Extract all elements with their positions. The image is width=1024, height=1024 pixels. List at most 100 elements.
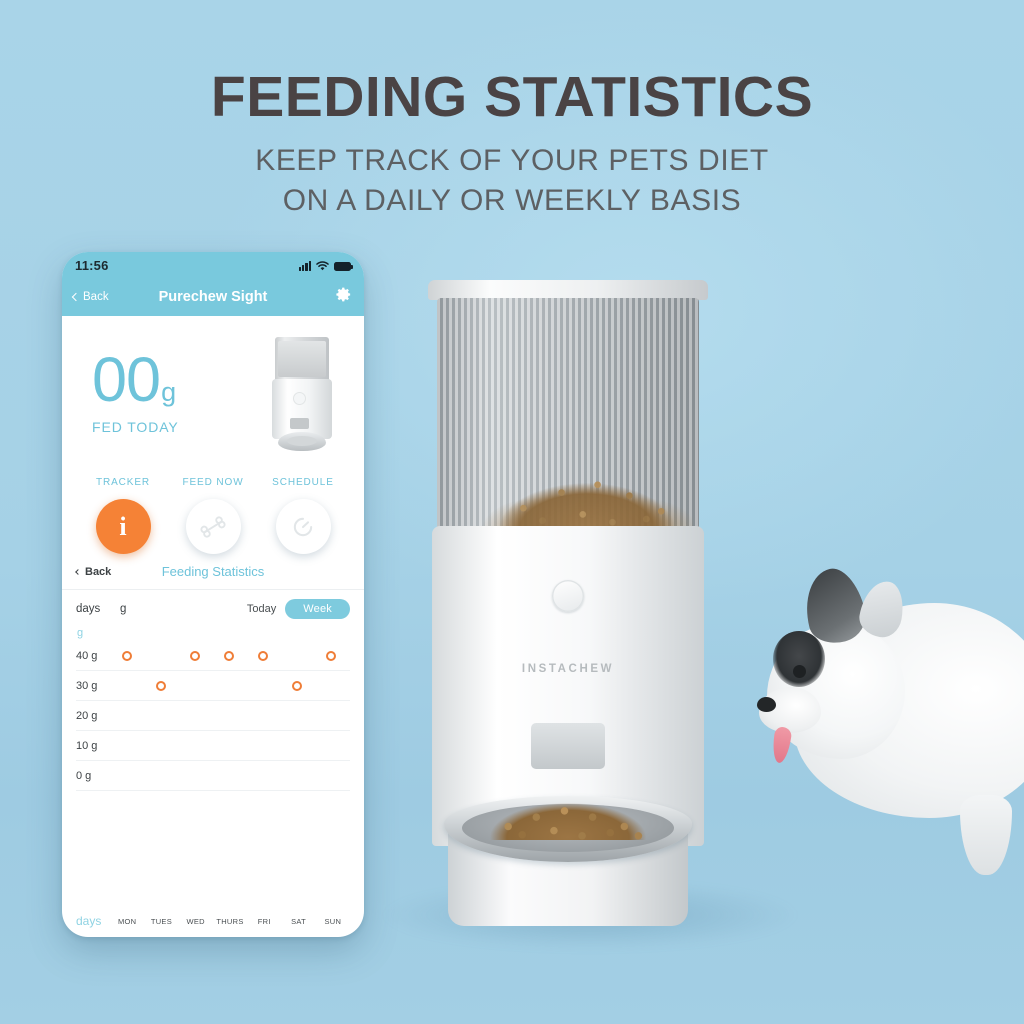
dog-eye [793, 665, 806, 678]
fed-today-summary: 00 g FED TODAY [62, 316, 364, 471]
chart-x-tick-label: MON [117, 916, 137, 926]
chart-x-axis: days MON TUES WED THURS FRI SAT SUN [76, 907, 350, 937]
product-feeder: INSTACHEW [418, 280, 718, 926]
stats-sub-header: Back Feeding Statistics [62, 554, 364, 590]
feeder-dispense-slot [531, 723, 605, 769]
status-icons [298, 260, 353, 271]
chart-data-point [122, 650, 132, 661]
nav-back-button[interactable]: Back [71, 291, 109, 303]
stats-back-button[interactable]: Back [75, 565, 112, 578]
chart-x-tick-label: THURS [216, 916, 244, 926]
chart-data-point [258, 650, 268, 661]
marketing-text-block: FEEDING STATISTICS KEEP TRACK OF YOUR PE… [0, 68, 1024, 222]
chart-x-tick-label: FRI [257, 916, 271, 926]
chart-series-row [110, 671, 348, 700]
feed-now-button[interactable] [185, 499, 241, 554]
cellular-signal-icon [298, 260, 311, 271]
chart-controls: days g Today Week [62, 590, 364, 623]
control-grams-label: g [120, 603, 127, 615]
chart-x-tick-labels: MON TUES WED THURS FRI SAT SUN [110, 917, 350, 926]
battery-icon [334, 261, 353, 271]
bone-icon [200, 515, 226, 538]
chart-series-row [110, 731, 348, 760]
fed-today-unit: g [161, 377, 176, 408]
chart-x-tick-label: TUES [150, 916, 173, 926]
hopper-kibble [481, 452, 693, 530]
chart-y-tick-label: 40 g [76, 649, 98, 662]
chart-data-point [190, 650, 200, 661]
control-days-label: days [76, 603, 101, 615]
chart-data-point [292, 680, 302, 691]
status-bar: 11:56 [62, 252, 364, 278]
status-time: 11:56 [75, 257, 109, 273]
chart-data-point [224, 650, 234, 661]
chart-grid-row: 30 g [76, 671, 350, 701]
chart-x-axis-label: days [76, 914, 102, 928]
gear-icon [336, 287, 351, 302]
dog-tongue [770, 725, 793, 765]
dog-photo [749, 545, 1024, 875]
chart-data-point [326, 650, 336, 661]
chart-series-row [110, 641, 348, 670]
thumbnail-slot [290, 417, 309, 429]
action-schedule[interactable]: SCHEDULE [258, 477, 348, 554]
app-nav-bar: Back Purechew Sight [62, 278, 364, 316]
chart-grid-row: 10 g [76, 731, 350, 761]
fed-today-value: 00 [92, 345, 161, 416]
chart-y-tick-label: 20 g [76, 709, 98, 722]
chart-x-tick-label: SAT [291, 916, 307, 926]
feeder-power-button [552, 580, 584, 612]
action-feed-now-label: FEED NOW [182, 477, 244, 488]
feeder-thumbnail [266, 335, 338, 453]
action-feed-now[interactable]: FEED NOW [168, 477, 258, 554]
settings-button[interactable] [334, 285, 353, 309]
thumbnail-body [272, 378, 332, 439]
dog-leg [960, 795, 1012, 875]
tracker-button[interactable]: i [95, 499, 151, 554]
page-subtitle: KEEP TRACK OF YOUR PETS DIET ON A DAILY … [0, 141, 1024, 221]
fed-today-caption: FED TODAY [92, 418, 179, 435]
thumbnail-hopper [275, 336, 329, 381]
chart-y-tick-label: 0 g [76, 769, 92, 782]
subtitle-line-1: KEEP TRACK OF YOUR PETS DIET [255, 144, 769, 178]
feeding-chart: g 40 g 30 g 20 g 10 g 0 g days MON TUES WED THU… [62, 623, 364, 937]
nav-back-label: Back [83, 291, 109, 303]
chevron-left-icon [71, 292, 81, 302]
fed-today-amount: 00 g [92, 345, 266, 416]
brand-logo: INSTACHEW [521, 663, 615, 675]
chart-x-tick-label: WED [186, 916, 205, 926]
thumbnail-button [293, 391, 306, 405]
timer-icon [293, 517, 313, 536]
info-icon: i [119, 511, 127, 541]
range-week-button[interactable]: Week [285, 599, 350, 619]
chart-grid-row: 0 g [76, 761, 350, 791]
schedule-button[interactable] [275, 499, 331, 554]
dog-nose [757, 697, 776, 712]
chart-x-tick-label: SUN [324, 916, 342, 926]
dog-face-patch [773, 631, 825, 687]
chart-grid-row: 20 g [76, 701, 350, 731]
chart-grid-row: 40 g [76, 641, 350, 671]
action-schedule-label: SCHEDULE [272, 477, 334, 488]
chart-series-row [110, 701, 348, 730]
bowl-kibble [480, 788, 656, 840]
chart-data-point [156, 680, 166, 691]
chart-series-row [110, 761, 348, 790]
chart-y-axis-unit: g [77, 627, 84, 639]
feeder-lid [428, 280, 708, 300]
phone-mockup: 11:56 Back Purechew Sight 00 g FED TODAY… [62, 252, 364, 937]
subtitle-line-2: ON A DAILY OR WEEKLY BASIS [282, 184, 742, 218]
action-tracker[interactable]: TRACKER i [78, 477, 168, 554]
feeder-hopper [437, 298, 699, 530]
chart-y-tick-label: 30 g [76, 679, 98, 692]
wifi-icon [316, 260, 329, 270]
chart-y-tick-label: 10 g [76, 739, 98, 752]
chart-plot-area: 40 g 30 g 20 g 10 g 0 g [76, 641, 350, 907]
chevron-left-small-icon [75, 568, 81, 575]
action-buttons-row: TRACKER i FEED NOW SCHEDULE [62, 471, 364, 554]
thumbnail-bowl [278, 431, 326, 451]
action-tracker-label: TRACKER [95, 477, 151, 488]
range-today-button[interactable]: Today [247, 603, 276, 615]
stats-back-label: Back [85, 565, 112, 578]
page-title: FEEDING STATISTICS [210, 65, 814, 129]
